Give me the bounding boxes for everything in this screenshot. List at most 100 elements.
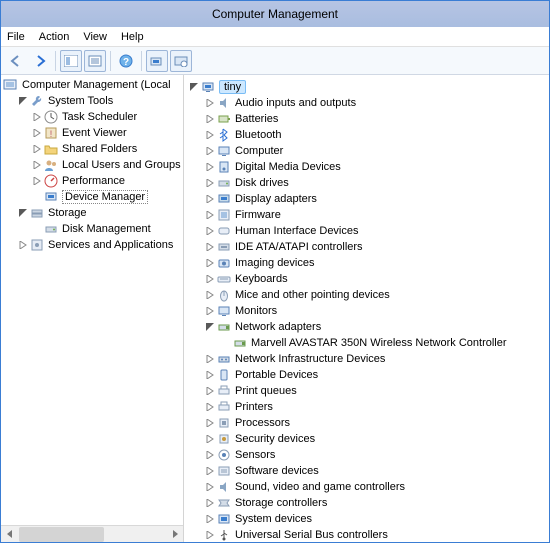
- expand-icon[interactable]: [204, 385, 216, 397]
- expand-icon[interactable]: [204, 433, 216, 445]
- properties-button[interactable]: [84, 50, 106, 72]
- expand-icon[interactable]: [204, 225, 216, 237]
- expand-icon[interactable]: [204, 113, 216, 125]
- back-button[interactable]: [5, 50, 27, 72]
- collapse-icon[interactable]: [204, 321, 216, 333]
- device-category[interactable]: Sensors: [186, 447, 549, 463]
- device-category[interactable]: System devices: [186, 511, 549, 527]
- tree-event-viewer[interactable]: ! Event Viewer: [3, 125, 183, 141]
- horizontal-scrollbar[interactable]: [1, 525, 183, 542]
- expand-icon[interactable]: [204, 129, 216, 141]
- expand-icon[interactable]: [204, 257, 216, 269]
- menu-action[interactable]: Action: [39, 31, 70, 43]
- device-category[interactable]: Network adapters: [186, 319, 549, 335]
- tree-performance[interactable]: Performance: [3, 173, 183, 189]
- expand-icon[interactable]: [204, 305, 216, 317]
- tree-storage[interactable]: Storage: [3, 205, 183, 221]
- expand-icon[interactable]: [31, 127, 43, 139]
- expand-icon[interactable]: [204, 401, 216, 413]
- device-category[interactable]: Computer: [186, 143, 549, 159]
- tree-root[interactable]: Computer Management (Local: [3, 77, 183, 93]
- tree-task-scheduler[interactable]: Task Scheduler: [3, 109, 183, 125]
- device-category[interactable]: Processors: [186, 415, 549, 431]
- expand-icon[interactable]: [204, 449, 216, 461]
- scroll-thumb[interactable]: [19, 527, 104, 542]
- tree-device-manager[interactable]: Device Manager: [3, 189, 183, 205]
- collapse-icon[interactable]: [17, 95, 29, 107]
- expand-icon[interactable]: [204, 465, 216, 477]
- expand-icon[interactable]: [204, 513, 216, 525]
- expand-icon[interactable]: [204, 289, 216, 301]
- tree-local-users[interactable]: Local Users and Groups: [3, 157, 183, 173]
- expand-icon[interactable]: [31, 111, 43, 123]
- twist-none: [31, 223, 43, 235]
- console-tree[interactable]: Computer Management (Local System Tools …: [1, 75, 183, 525]
- collapse-icon[interactable]: [17, 207, 29, 219]
- expand-icon[interactable]: [204, 241, 216, 253]
- toolbar-extra-button[interactable]: [170, 50, 192, 72]
- menu-view[interactable]: View: [83, 31, 107, 43]
- expand-icon[interactable]: [31, 159, 43, 171]
- expand-icon[interactable]: [204, 273, 216, 285]
- device-category[interactable]: Print queues: [186, 383, 549, 399]
- expand-icon[interactable]: [204, 193, 216, 205]
- expand-icon[interactable]: [204, 529, 216, 541]
- show-hide-tree-button[interactable]: [60, 50, 82, 72]
- device-category[interactable]: Firmware: [186, 207, 549, 223]
- device-category[interactable]: Network Infrastructure Devices: [186, 351, 549, 367]
- menu-help[interactable]: Help: [121, 31, 144, 43]
- device-tree[interactable]: tiny Audio inputs and outputsBatteriesBl…: [184, 77, 549, 542]
- device-category[interactable]: Security devices: [186, 431, 549, 447]
- scan-hardware-button[interactable]: [146, 50, 168, 72]
- expand-icon[interactable]: [204, 97, 216, 109]
- device-category[interactable]: Printers: [186, 399, 549, 415]
- collapse-icon[interactable]: [188, 81, 200, 93]
- scroll-right-icon[interactable]: [166, 526, 183, 543]
- device-category[interactable]: Universal Serial Bus controllers: [186, 527, 549, 542]
- expand-icon[interactable]: [204, 145, 216, 157]
- category-icon: [216, 223, 232, 239]
- device-category[interactable]: Batteries: [186, 111, 549, 127]
- device-category[interactable]: Portable Devices: [186, 367, 549, 383]
- category-icon: [216, 367, 232, 383]
- device-category[interactable]: Sound, video and game controllers: [186, 479, 549, 495]
- tree-shared-folders[interactable]: Shared Folders: [3, 141, 183, 157]
- device-category[interactable]: Audio inputs and outputs: [186, 95, 549, 111]
- device-category[interactable]: IDE ATA/ATAPI controllers: [186, 239, 549, 255]
- tree-system-tools[interactable]: System Tools: [3, 93, 183, 109]
- tree-label: Services and Applications: [48, 239, 173, 251]
- menu-file[interactable]: File: [7, 31, 25, 43]
- device-category[interactable]: Storage controllers: [186, 495, 549, 511]
- help-button[interactable]: ?: [115, 50, 137, 72]
- category-icon: [216, 255, 232, 271]
- tree-disk-management[interactable]: Disk Management: [3, 221, 183, 237]
- expand-icon[interactable]: [204, 369, 216, 381]
- expand-icon[interactable]: [204, 353, 216, 365]
- expand-icon[interactable]: [31, 143, 43, 155]
- device-category[interactable]: Software devices: [186, 463, 549, 479]
- device-root[interactable]: tiny: [186, 79, 549, 95]
- expand-icon[interactable]: [204, 161, 216, 173]
- device-category[interactable]: Display adapters: [186, 191, 549, 207]
- expand-icon[interactable]: [204, 209, 216, 221]
- device-item[interactable]: Marvell AVASTAR 350N Wireless Network Co…: [186, 335, 549, 351]
- device-category[interactable]: Mice and other pointing devices: [186, 287, 549, 303]
- device-category[interactable]: Keyboards: [186, 271, 549, 287]
- forward-button[interactable]: [29, 50, 51, 72]
- clock-icon: [43, 109, 59, 125]
- expand-icon[interactable]: [204, 481, 216, 493]
- expand-icon[interactable]: [17, 239, 29, 251]
- device-category[interactable]: Bluetooth: [186, 127, 549, 143]
- expand-icon[interactable]: [31, 175, 43, 187]
- device-category[interactable]: Imaging devices: [186, 255, 549, 271]
- device-category[interactable]: Disk drives: [186, 175, 549, 191]
- expand-icon[interactable]: [204, 417, 216, 429]
- device-category[interactable]: Human Interface Devices: [186, 223, 549, 239]
- device-category[interactable]: Monitors: [186, 303, 549, 319]
- network-adapter-icon: [232, 335, 248, 351]
- device-category[interactable]: Digital Media Devices: [186, 159, 549, 175]
- scroll-left-icon[interactable]: [1, 526, 18, 543]
- expand-icon[interactable]: [204, 177, 216, 189]
- tree-services-apps[interactable]: Services and Applications: [3, 237, 183, 253]
- expand-icon[interactable]: [204, 497, 216, 509]
